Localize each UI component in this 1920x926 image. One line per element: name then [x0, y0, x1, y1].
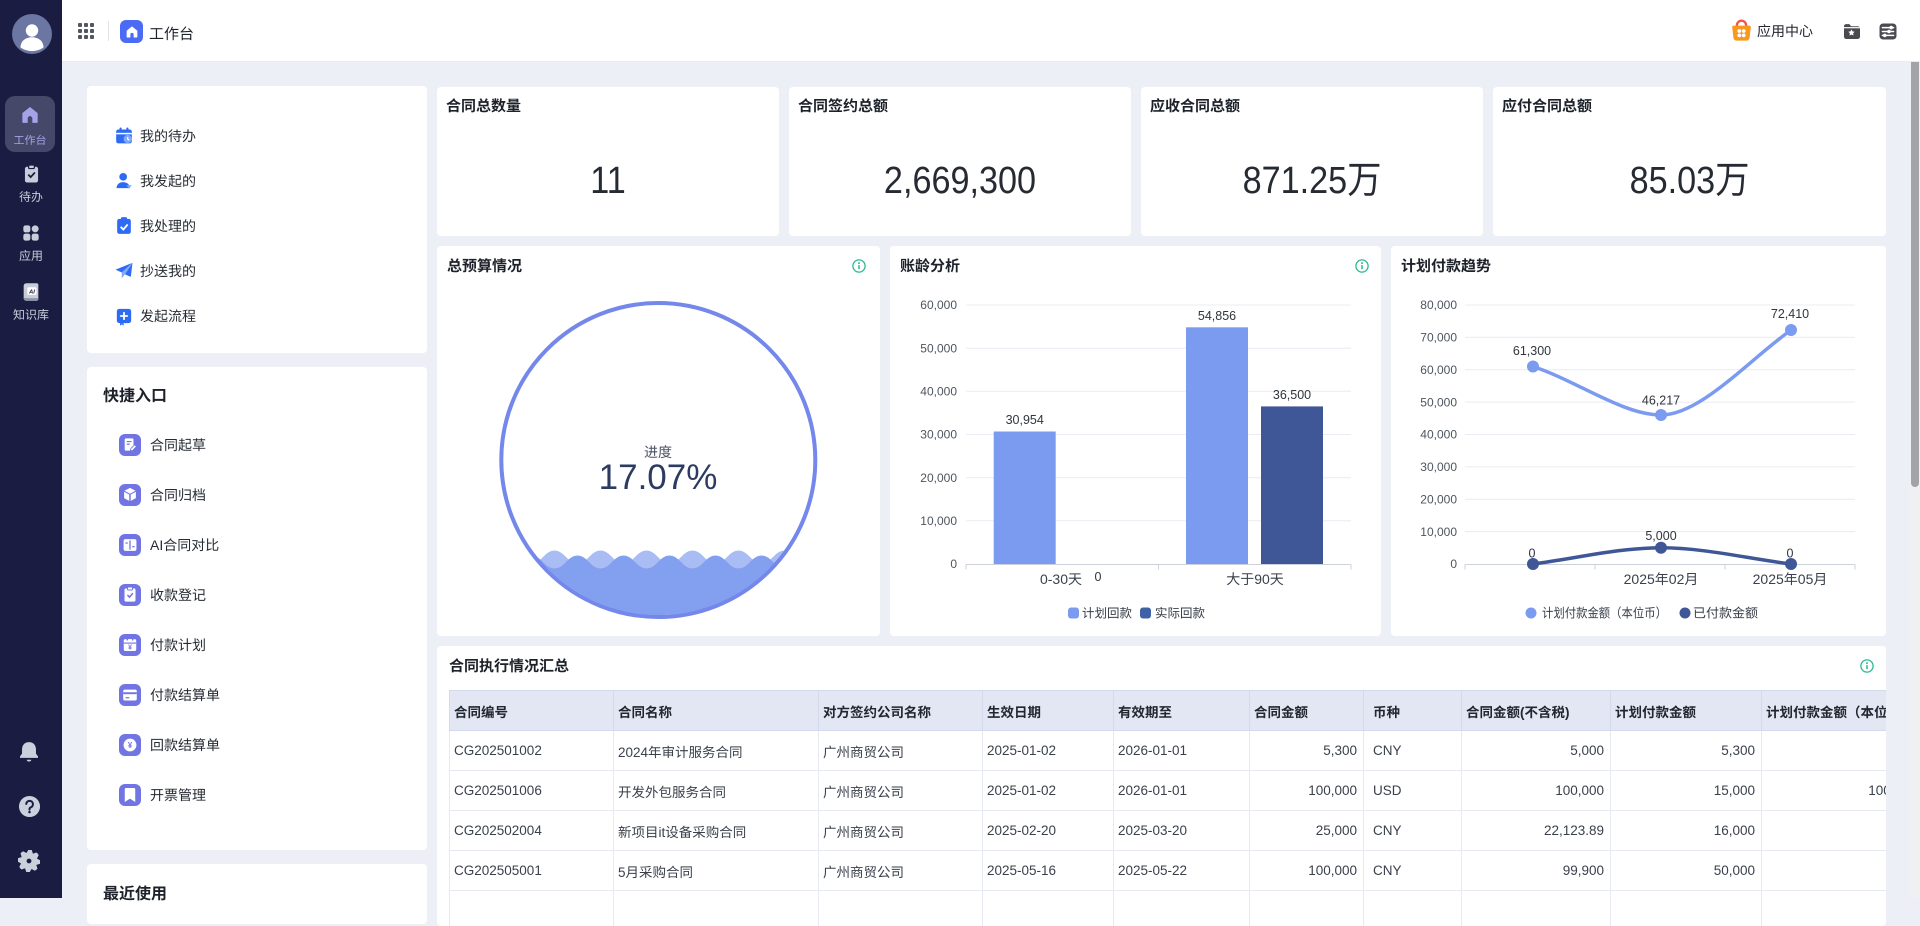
svg-text:60,000: 60,000	[920, 298, 957, 312]
svg-text:0-30天: 0-30天	[1040, 571, 1082, 587]
svg-text:36,500: 36,500	[1273, 388, 1311, 402]
svg-text:30,000: 30,000	[920, 428, 957, 442]
svg-text:5,000: 5,000	[1645, 529, 1676, 543]
svg-text:计划回款: 计划回款	[1082, 607, 1133, 621]
svg-text:大于90天: 大于90天	[1226, 571, 1284, 587]
svg-text:30,000: 30,000	[1420, 460, 1457, 474]
svg-text:17.07%: 17.07%	[599, 458, 718, 497]
svg-text:80,000: 80,000	[1420, 298, 1457, 312]
svg-text:30,954: 30,954	[1006, 413, 1044, 427]
svg-text:0: 0	[1529, 547, 1536, 561]
svg-text:AI: AI	[28, 289, 35, 295]
svg-text:2025年05月: 2025年05月	[1753, 571, 1828, 587]
svg-text:20,000: 20,000	[920, 471, 957, 485]
svg-text:72,410: 72,410	[1771, 307, 1809, 321]
svg-text:0: 0	[1450, 557, 1457, 571]
svg-text:40,000: 40,000	[1420, 428, 1457, 442]
svg-text:¥: ¥	[128, 740, 133, 749]
svg-text:46,217: 46,217	[1642, 394, 1680, 408]
svg-text:0: 0	[1095, 570, 1102, 584]
svg-text:¥: ¥	[128, 644, 132, 651]
svg-text:0: 0	[950, 557, 957, 571]
svg-text:54,856: 54,856	[1198, 309, 1236, 323]
svg-text:60,000: 60,000	[1420, 363, 1457, 377]
svg-text:计划付款金额（本位币）: 计划付款金额（本位币）	[1542, 606, 1667, 621]
svg-text:70,000: 70,000	[1420, 331, 1457, 345]
svg-text:50,000: 50,000	[920, 341, 957, 355]
svg-text:实际回款: 实际回款	[1155, 607, 1206, 621]
svg-text:已付款金额: 已付款金额	[1693, 606, 1758, 621]
svg-text:20,000: 20,000	[1420, 492, 1457, 506]
svg-text:40,000: 40,000	[920, 385, 957, 399]
svg-text:2025年02月: 2025年02月	[1624, 571, 1699, 587]
svg-text:10,000: 10,000	[1420, 525, 1457, 539]
svg-text:61,300: 61,300	[1513, 344, 1551, 358]
svg-text:0: 0	[1787, 547, 1794, 561]
svg-text:50,000: 50,000	[1420, 395, 1457, 409]
svg-text:10,000: 10,000	[920, 514, 957, 528]
